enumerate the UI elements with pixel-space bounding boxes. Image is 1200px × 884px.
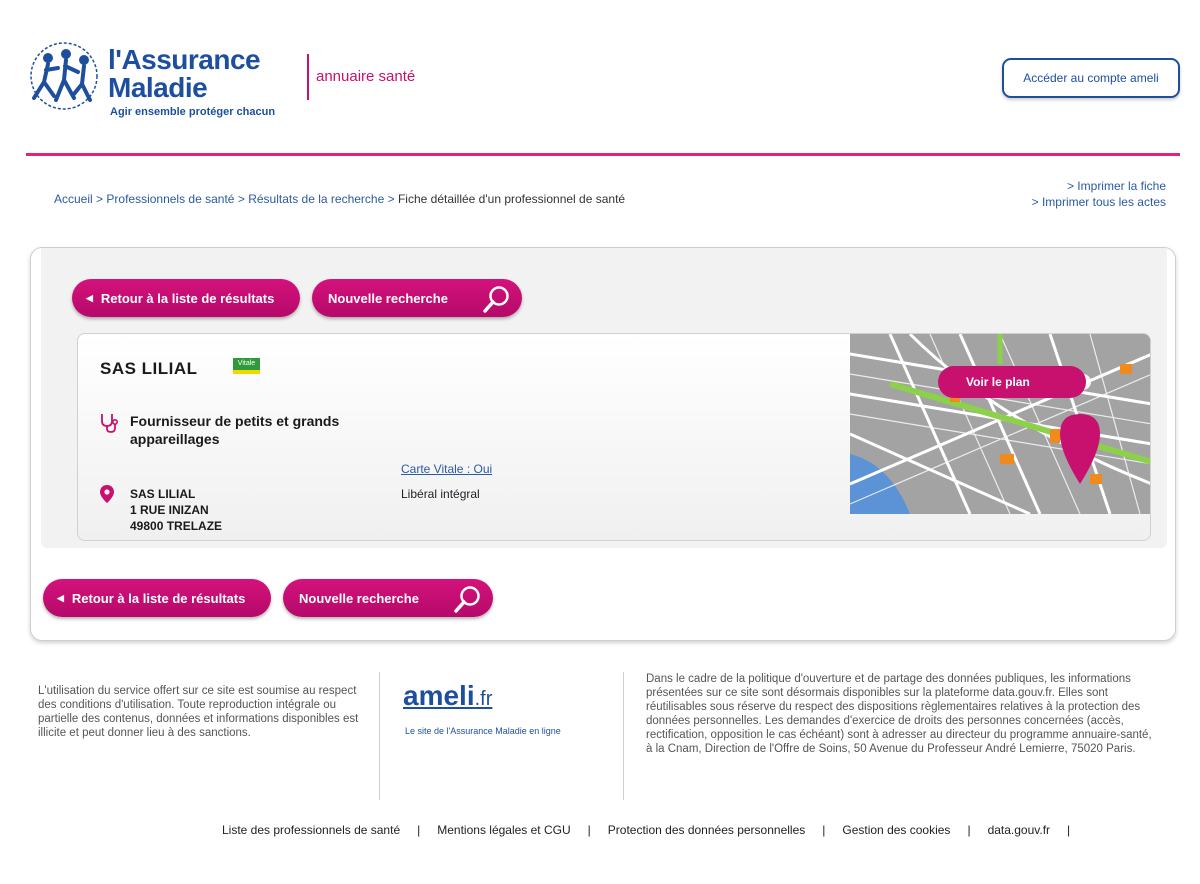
breadcrumb-separator: > — [237, 192, 245, 206]
left-arrow-icon: ◀ — [57, 592, 64, 603]
footer-link-privacy[interactable]: Protection des données personnelles — [608, 823, 805, 837]
footer-link-separator: | — [967, 823, 971, 837]
map-image — [850, 334, 1150, 514]
professional-name: SAS LILIAL — [100, 359, 198, 378]
stethoscope-icon — [101, 414, 119, 433]
address-line: SAS LILIAL — [130, 487, 196, 501]
print-sheet-link[interactable]: > Imprimer la fiche — [1032, 178, 1166, 194]
new-search-button-top[interactable]: Nouvelle recherche — [312, 279, 522, 317]
left-arrow-icon: ◀ — [86, 292, 93, 303]
magnifier-icon — [454, 586, 480, 613]
breadcrumb-current: Fiche détaillée d'un professionnel de sa… — [397, 192, 626, 206]
view-map-button[interactable]: Voir le plan — [938, 366, 1086, 398]
service-name: annuaire santé — [316, 68, 416, 85]
footer-links: Liste des professionnels de santé | Mentio… — [222, 823, 1087, 837]
address-line: 1 RUE INIZAN — [130, 503, 209, 517]
footer-link-data-gouv[interactable]: data.gouv.fr — [988, 823, 1050, 837]
location-pin-icon — [100, 485, 114, 503]
professional-details: SAS LILIAL Vitale Fournisseur de petits … — [77, 333, 1151, 541]
back-to-results-button-bottom[interactable]: ◀ Retour à la liste de résultats — [43, 579, 271, 617]
breadcrumb-separator: > — [387, 192, 395, 206]
header-rule — [26, 153, 1180, 156]
convention-status: Libéral intégral — [401, 487, 480, 501]
footer-link-cookies[interactable]: Gestion des cookies — [842, 823, 950, 837]
new-search-button-bottom[interactable]: Nouvelle recherche — [283, 579, 493, 617]
logo-title: l'Assurance Maladie — [108, 44, 261, 103]
breadcrumb-separator: > — [96, 192, 104, 206]
breadcrumb: Accueil > Professionnels de santé > Résu… — [54, 192, 625, 206]
footer-link-separator: | — [417, 823, 421, 837]
breadcrumb-results[interactable]: Résultats de la recherche — [248, 192, 384, 206]
magnifier-icon — [483, 286, 509, 313]
footer-link-separator: | — [587, 823, 591, 837]
breadcrumb-professionals[interactable]: Professionnels de santé — [106, 192, 234, 206]
address-line: 49800 TRELAZE — [130, 519, 223, 533]
location-map[interactable]: Voir le plan — [850, 334, 1150, 514]
open-data-notice: Dans le cadre de la politique d'ouvertur… — [646, 673, 1152, 755]
result-card: ◀ Retour à la liste de résultats Nouvell… — [30, 247, 1176, 641]
footer-divider — [379, 672, 380, 800]
vitale-card-link[interactable]: Carte Vitale : Oui — [401, 462, 492, 476]
ameli-tagline: Le site de l'Assurance Maladie en ligne — [405, 726, 561, 736]
footer-link-professionals-list[interactable]: Liste des professionnels de santé — [222, 823, 400, 837]
specialty-label: Fournisseur de petits et grands appareil… — [130, 413, 340, 447]
address-block: SAS LILIAL 1 RUE INIZAN 49800 TRELAZE — [130, 486, 222, 534]
logo-tagline: Agir ensemble protéger chacun — [110, 106, 276, 118]
legal-notice: L'utilisation du service offert sur ce s… — [38, 685, 359, 739]
detail-panel: ◀ Retour à la liste de résultats Nouvell… — [41, 248, 1167, 548]
print-all-acts-link[interactable]: > Imprimer tous les actes — [1032, 194, 1166, 210]
back-to-results-button-top[interactable]: ◀ Retour à la liste de résultats — [72, 279, 300, 317]
footer-divider — [623, 672, 624, 800]
footer-link-legal[interactable]: Mentions légales et CGU — [437, 823, 570, 837]
ameli-logo[interactable]: ameli.fr — [403, 680, 492, 712]
runners-logo-icon — [30, 42, 98, 110]
breadcrumb-home[interactable]: Accueil — [54, 192, 93, 206]
footer-link-separator: | — [822, 823, 826, 837]
header-divider — [307, 54, 309, 100]
print-links: > Imprimer la fiche > Imprimer tous les … — [1032, 178, 1166, 210]
account-access-button[interactable]: Accéder au compte ameli — [1002, 58, 1180, 98]
footer-link-separator: | — [1067, 823, 1071, 837]
vitale-card-badge: Vitale — [233, 358, 260, 374]
assurance-maladie-logo[interactable]: l'Assurance Maladie Agir ensemble protég… — [24, 36, 314, 126]
